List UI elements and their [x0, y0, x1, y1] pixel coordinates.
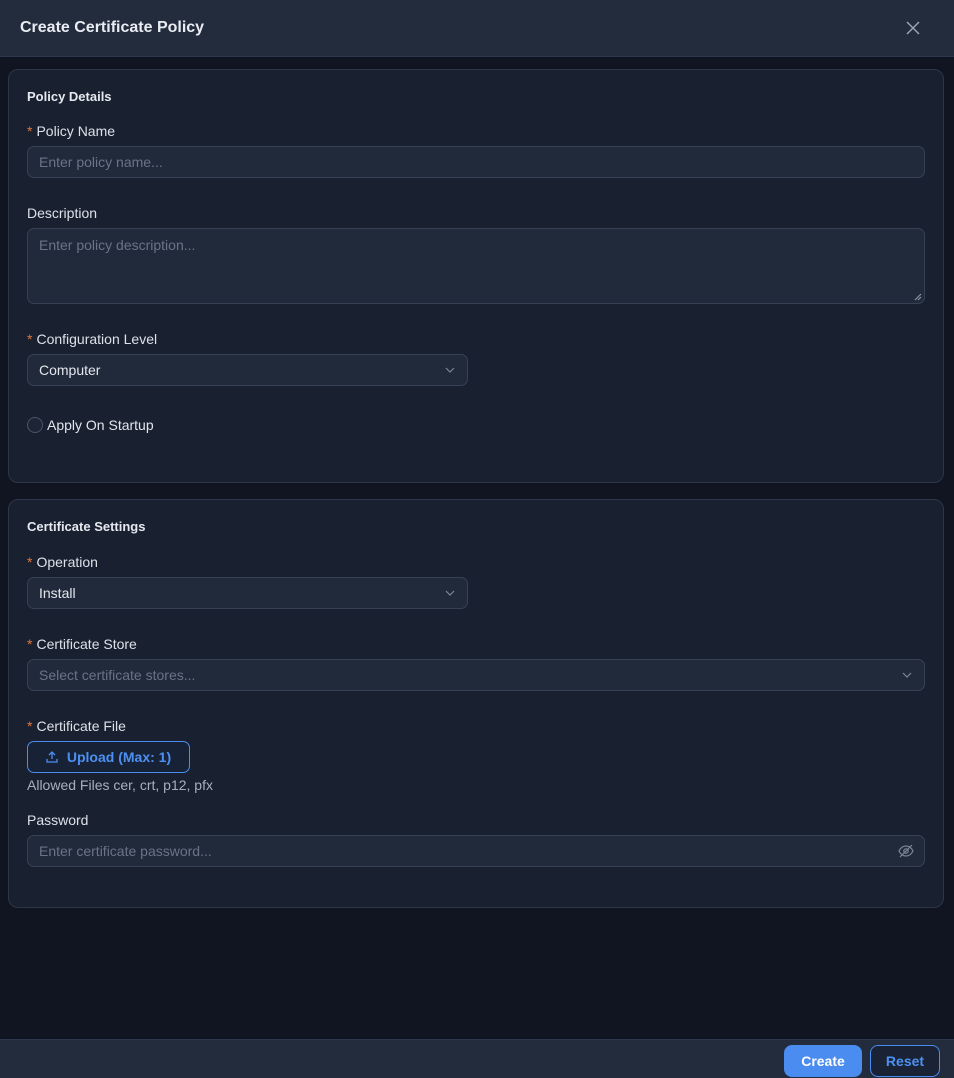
chevron-down-icon	[902, 672, 912, 678]
policy-name-placeholder: Enter policy name...	[39, 154, 163, 170]
dialog-header: Create Certificate Policy	[0, 0, 954, 57]
dialog-title: Create Certificate Policy	[20, 19, 205, 36]
description-label: Description	[27, 205, 98, 221]
operation-value: Install	[39, 585, 76, 601]
password-input[interactable]: Enter certificate password...	[27, 835, 925, 867]
description-textarea[interactable]: Enter policy description...	[27, 228, 925, 304]
upload-icon	[46, 751, 58, 763]
required-mark: *	[27, 554, 33, 570]
password-label: Password	[27, 812, 89, 828]
create-button[interactable]: Create	[784, 1045, 862, 1077]
certificate-store-select[interactable]: Select certificate stores...	[27, 659, 925, 691]
section-title-policy-details: Policy Details	[27, 89, 112, 104]
password-placeholder: Enter certificate password...	[39, 843, 212, 859]
dialog-footer: Create Reset	[0, 1039, 954, 1078]
close-icon[interactable]	[903, 18, 923, 38]
section-title-certificate-settings: Certificate Settings	[27, 519, 146, 534]
resize-handle-icon[interactable]	[912, 291, 922, 301]
operation-select[interactable]: Install	[27, 577, 468, 609]
certificate-store-placeholder: Select certificate stores...	[39, 667, 196, 683]
chevron-down-icon	[445, 590, 455, 596]
upload-button-label: Upload (Max: 1)	[66, 749, 172, 765]
certificate-store-label: * Certificate Store	[27, 636, 137, 652]
apply-on-startup-label: Apply On Startup	[47, 417, 154, 433]
chevron-down-icon	[445, 367, 455, 373]
reset-button[interactable]: Reset	[870, 1045, 940, 1077]
policy-name-label: * Policy Name	[27, 123, 116, 139]
required-mark: *	[27, 331, 33, 347]
certificate-file-label: * Certificate File	[27, 718, 126, 734]
configuration-level-label: * Configuration Level	[27, 331, 158, 347]
eye-slash-icon[interactable]	[898, 844, 914, 858]
required-mark: *	[27, 636, 33, 652]
required-mark: *	[27, 123, 33, 139]
upload-button[interactable]: Upload (Max: 1)	[27, 741, 190, 773]
operation-label: * Operation	[27, 554, 98, 570]
certificate-settings-card: Certificate Settings * Operation Install …	[8, 499, 944, 908]
description-placeholder: Enter policy description...	[39, 237, 196, 253]
policy-name-input[interactable]: Enter policy name...	[27, 146, 925, 178]
required-mark: *	[27, 718, 33, 734]
apply-on-startup-row[interactable]: Apply On Startup	[27, 417, 154, 433]
apply-on-startup-checkbox[interactable]	[27, 417, 43, 433]
allowed-files-hint: Allowed Files cer, crt, p12, pfx	[27, 777, 213, 793]
configuration-level-value: Computer	[39, 362, 101, 378]
policy-details-card: Policy Details * Policy Name Enter policy…	[8, 69, 944, 483]
configuration-level-select[interactable]: Computer	[27, 354, 468, 386]
